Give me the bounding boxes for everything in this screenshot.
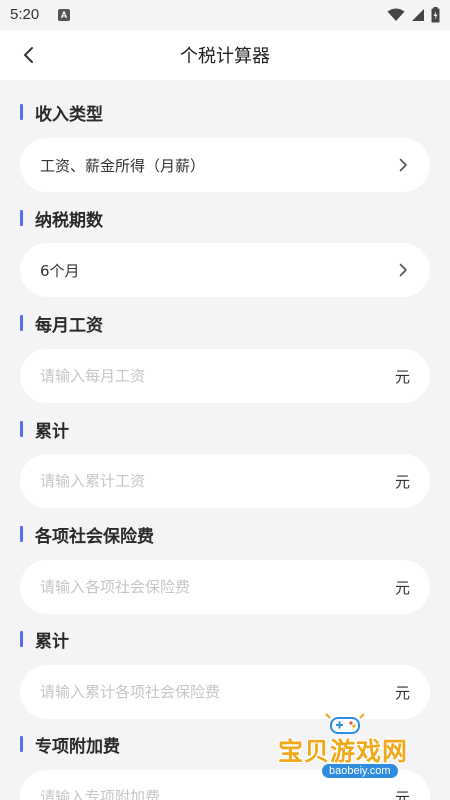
label-text: 每月工资 — [35, 315, 103, 336]
cumulative-salary-field[interactable]: 元 — [20, 454, 430, 508]
label-text: 累计 — [35, 631, 69, 652]
label-text: 各项社会保险费 — [35, 526, 154, 547]
accent-bar — [20, 210, 23, 226]
monthly-salary-field[interactable]: 元 — [20, 349, 430, 403]
accent-bar — [20, 104, 23, 120]
section-label-cumulative-salary: 累计 — [20, 417, 69, 442]
accent-bar — [20, 526, 23, 542]
income-type-value: 工资、薪金所得（月薪） — [40, 156, 206, 175]
label-text: 纳税期数 — [35, 210, 103, 231]
income-type-select[interactable]: 工资、薪金所得（月薪） — [20, 138, 430, 192]
accent-bar — [20, 631, 23, 647]
wifi-icon — [387, 8, 405, 21]
cumulative-social-insurance-field[interactable]: 元 — [20, 665, 430, 719]
accent-bar — [20, 421, 23, 437]
unit-label: 元 — [394, 578, 410, 597]
section-label-cumulative-social-insurance: 累计 — [20, 627, 69, 652]
special-deduction-field[interactable]: 元 — [20, 770, 430, 800]
cumulative-salary-input[interactable] — [40, 472, 387, 490]
social-insurance-field[interactable]: 元 — [20, 560, 430, 614]
label-text: 专项附加费 — [35, 736, 120, 757]
accent-bar — [20, 736, 23, 752]
unit-label: 元 — [394, 367, 410, 386]
unit-label: 元 — [394, 472, 410, 491]
section-label-social-insurance: 各项社会保险费 — [20, 522, 154, 547]
cumulative-social-insurance-input[interactable] — [40, 683, 387, 701]
section-label-monthly-salary: 每月工资 — [20, 311, 103, 336]
signal-icon — [412, 9, 424, 21]
chevron-right-icon — [396, 263, 410, 277]
tax-period-select[interactable]: 6个月 — [20, 243, 430, 297]
calculator-form: 收入类型 工资、薪金所得（月薪） 纳税期数 6个月 每月工资 元 累计 元 各项 — [0, 80, 450, 800]
section-label-income-type: 收入类型 — [20, 100, 103, 125]
status-bar: 5:20 A — [0, 0, 450, 30]
accent-bar — [20, 315, 23, 331]
notification-a-icon: A — [58, 9, 70, 21]
special-deduction-input[interactable] — [40, 788, 387, 800]
section-label-tax-period: 纳税期数 — [20, 206, 103, 231]
battery-icon — [431, 7, 440, 23]
label-text: 收入类型 — [35, 104, 103, 125]
page-title: 个税计算器 — [180, 46, 270, 67]
tax-period-value: 6个月 — [40, 261, 80, 280]
social-insurance-input[interactable] — [40, 578, 387, 596]
unit-label: 元 — [394, 683, 410, 702]
monthly-salary-input[interactable] — [40, 367, 387, 385]
status-time: 5:20 — [10, 6, 40, 23]
status-icons — [387, 6, 440, 24]
label-text: 累计 — [35, 421, 69, 442]
section-label-special-deduction: 专项附加费 — [20, 732, 120, 757]
unit-label: 元 — [394, 788, 410, 800]
app-header: 个税计算器 — [0, 30, 450, 80]
chevron-right-icon — [396, 158, 410, 172]
